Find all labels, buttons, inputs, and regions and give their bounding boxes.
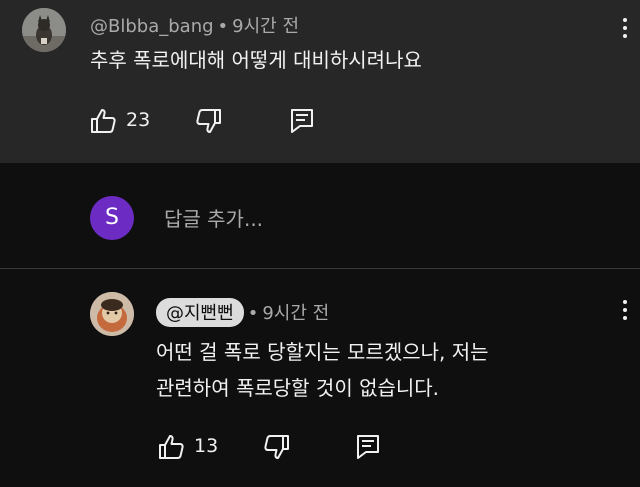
like-count: 13 — [194, 435, 219, 457]
reply-comment-icon[interactable] — [356, 434, 380, 460]
like-count: 23 — [126, 109, 151, 131]
comment-meta: @Blbba_bang • 9시간 전 — [90, 12, 299, 38]
author-avatar[interactable] — [90, 292, 134, 336]
comment-text-line-2: 관련하여 폭로당할 것이 없습니다. — [156, 376, 440, 400]
author-avatar[interactable] — [22, 8, 66, 52]
reply-input[interactable]: 답글 추가... — [164, 203, 263, 232]
reply-comment-icon[interactable] — [290, 108, 314, 134]
separator-dot: • — [217, 16, 229, 37]
author-handle-badge[interactable]: @지뻔뻔 — [156, 298, 244, 327]
more-vertical-icon[interactable] — [622, 18, 628, 42]
comment-meta: @지뻔뻔 • 9시간 전 — [156, 298, 329, 327]
comment-actions: 13 — [158, 434, 398, 460]
comment-time[interactable]: 9시간 전 — [232, 16, 299, 37]
thumbs-up-icon[interactable] — [90, 108, 118, 134]
more-vertical-icon[interactable] — [622, 300, 628, 324]
thumbs-up-icon[interactable] — [158, 434, 186, 460]
separator-dot: • — [247, 303, 259, 324]
comment-text-line-1: 어떤 걸 폭로 당할지는 모르겠으나, 저는 — [156, 340, 489, 364]
divider — [0, 268, 640, 269]
comment-time[interactable]: 9시간 전 — [262, 303, 329, 324]
comment-text: 추후 폭로에대해 어떻게 대비하시려나요 — [90, 48, 422, 72]
author-handle[interactable]: @Blbba_bang — [90, 16, 214, 37]
thumbs-down-icon[interactable] — [194, 108, 222, 134]
user-avatar: S — [90, 196, 134, 240]
profile-photo-image — [90, 292, 134, 336]
comment-actions: 23 — [90, 108, 330, 134]
dog-avatar-image — [22, 8, 66, 52]
thumbs-down-icon[interactable] — [262, 434, 290, 460]
comment-1: @Blbba_bang • 9시간 전 추후 폭로에대해 어떻게 대비하시려나요 2… — [0, 0, 640, 163]
